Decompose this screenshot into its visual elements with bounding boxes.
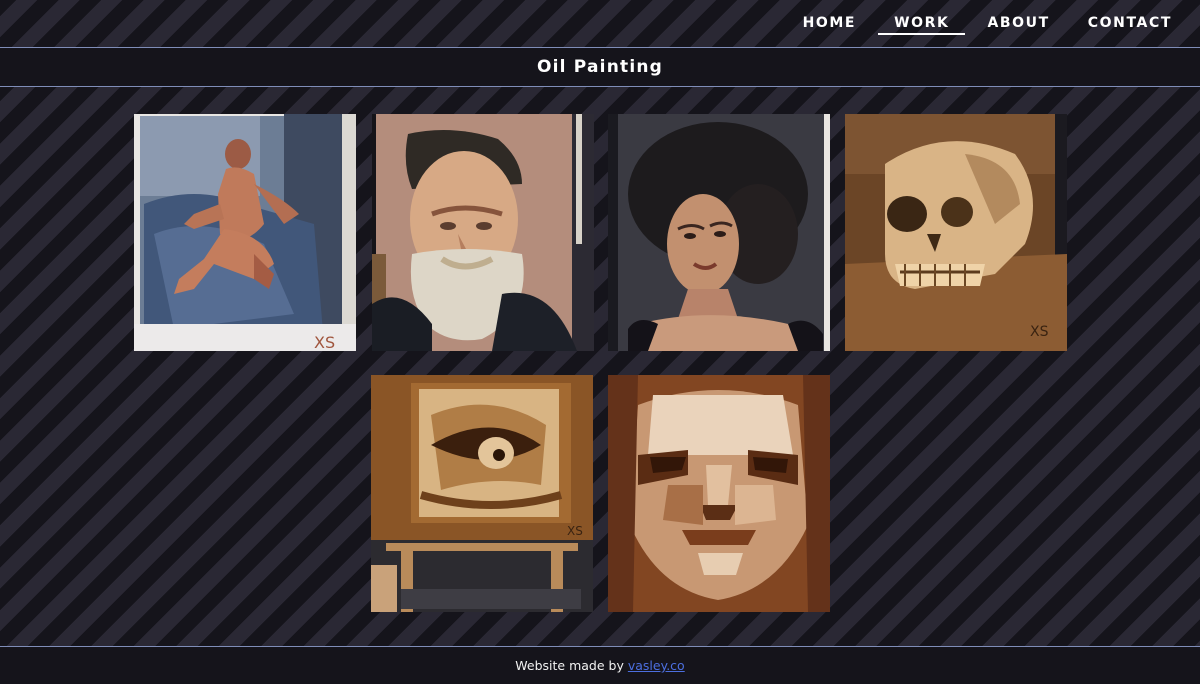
painting-eye-cast-study[interactable]: XS (371, 375, 593, 612)
skull-study-image: XS (845, 114, 1067, 351)
svg-text:XS: XS (314, 333, 335, 351)
svg-text:XS: XS (1030, 324, 1049, 340)
footer: Website made by vasley.co (0, 646, 1200, 684)
title-bar: Oil Painting (0, 47, 1200, 87)
eye-cast-image: XS (371, 375, 593, 612)
nav-contact[interactable]: CONTACT (1072, 0, 1188, 46)
svg-text:XS: XS (567, 524, 583, 538)
painting-planar-head-study[interactable] (608, 375, 830, 612)
page-title: Oil Painting (536, 57, 664, 77)
main-nav: HOME WORK ABOUT CONTACT (781, 0, 1200, 46)
nav-home[interactable]: HOME (787, 0, 873, 46)
nav-work[interactable]: WORK (878, 0, 966, 46)
bearded-man-image (372, 114, 594, 351)
painting-woman-portrait[interactable] (608, 114, 830, 351)
painting-bearded-man-portrait[interactable] (372, 114, 594, 351)
planar-head-image (608, 375, 830, 612)
reclining-figure-image: XS (134, 114, 356, 351)
painting-skull-study[interactable]: XS (845, 114, 1067, 351)
footer-credit-link[interactable]: vasley.co (628, 658, 685, 673)
nav-about[interactable]: ABOUT (971, 0, 1065, 46)
painting-reclining-figure[interactable]: XS (134, 114, 356, 351)
footer-credit-text: Website made by (515, 658, 624, 673)
woman-portrait-image (608, 114, 830, 351)
